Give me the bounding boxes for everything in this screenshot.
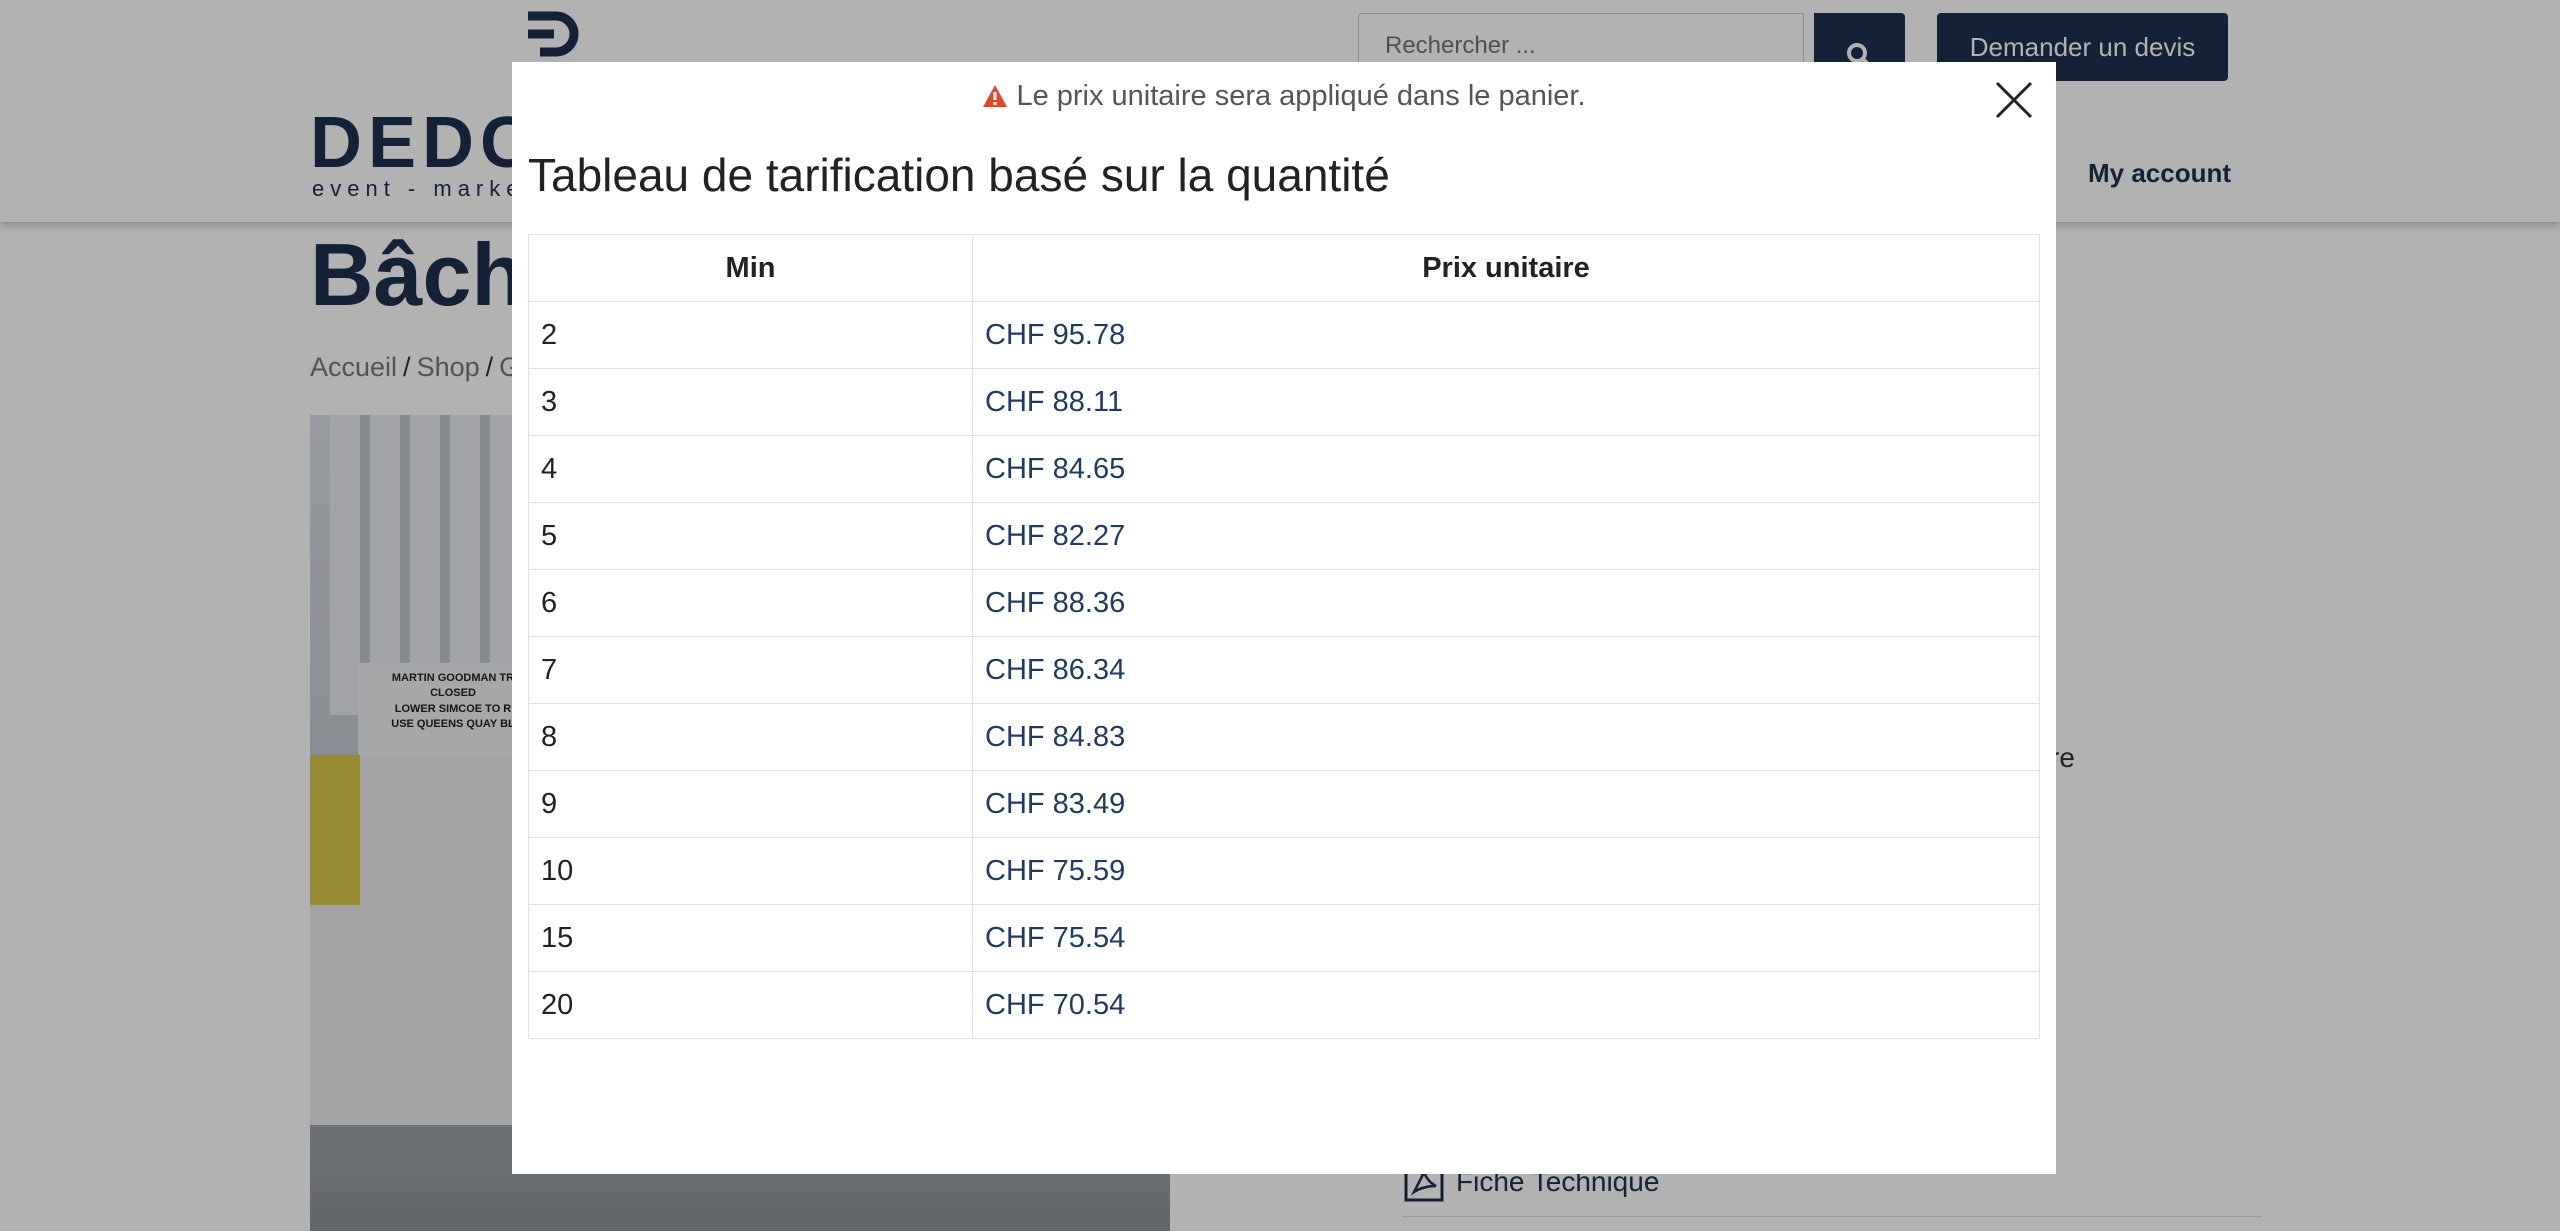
price-notice: Le prix unitaire sera appliqué dans le p… — [512, 80, 2056, 113]
close-icon[interactable] — [1994, 80, 2034, 120]
table-row: 10 CHF 75.59 — [528, 837, 2040, 905]
table-header-row: Min Prix unitaire — [528, 234, 2040, 302]
table-row: 20 CHF 70.54 — [528, 971, 2040, 1039]
min-quantity: 15 — [528, 904, 973, 972]
min-quantity: 6 — [528, 569, 973, 637]
min-quantity: 10 — [528, 837, 973, 905]
warning-icon — [983, 85, 1008, 107]
unit-price: CHF 84.65 — [972, 435, 2040, 503]
min-quantity: 4 — [528, 435, 973, 503]
unit-price: CHF 88.36 — [972, 569, 2040, 637]
unit-price: CHF 75.59 — [972, 837, 2040, 905]
unit-price: CHF 84.83 — [972, 703, 2040, 771]
table-row: 2 CHF 95.78 — [528, 301, 2040, 369]
table-row: 15 CHF 75.54 — [528, 904, 2040, 972]
pricing-modal: Le prix unitaire sera appliqué dans le p… — [512, 62, 2056, 1174]
column-header-unit-price: Prix unitaire — [972, 234, 2040, 302]
unit-price: CHF 86.34 — [972, 636, 2040, 704]
table-row: 9 CHF 83.49 — [528, 770, 2040, 838]
table-row: 3 CHF 88.11 — [528, 368, 2040, 436]
min-quantity: 2 — [528, 301, 973, 369]
min-quantity: 7 — [528, 636, 973, 704]
notice-text: Le prix unitaire sera appliqué dans le p… — [1016, 80, 1586, 112]
unit-price: CHF 95.78 — [972, 301, 2040, 369]
modal-title: Tableau de tarification basé sur la quan… — [528, 149, 1390, 201]
min-quantity: 9 — [528, 770, 973, 838]
table-row: 5 CHF 82.27 — [528, 502, 2040, 570]
table-row: 7 CHF 86.34 — [528, 636, 2040, 704]
min-quantity: 8 — [528, 703, 973, 771]
unit-price: CHF 82.27 — [972, 502, 2040, 570]
unit-price: CHF 83.49 — [972, 770, 2040, 838]
table-row: 8 CHF 84.83 — [528, 703, 2040, 771]
unit-price: CHF 75.54 — [972, 904, 2040, 972]
unit-price: CHF 70.54 — [972, 971, 2040, 1039]
unit-price: CHF 88.11 — [972, 368, 2040, 436]
column-header-min: Min — [528, 234, 973, 302]
min-quantity: 20 — [528, 971, 973, 1039]
pricing-table: Min Prix unitaire 2 CHF 95.78 3 CHF 88.11 … — [528, 234, 2040, 1039]
table-row: 6 CHF 88.36 — [528, 569, 2040, 637]
table-row: 4 CHF 84.65 — [528, 435, 2040, 503]
min-quantity: 3 — [528, 368, 973, 436]
min-quantity: 5 — [528, 502, 973, 570]
